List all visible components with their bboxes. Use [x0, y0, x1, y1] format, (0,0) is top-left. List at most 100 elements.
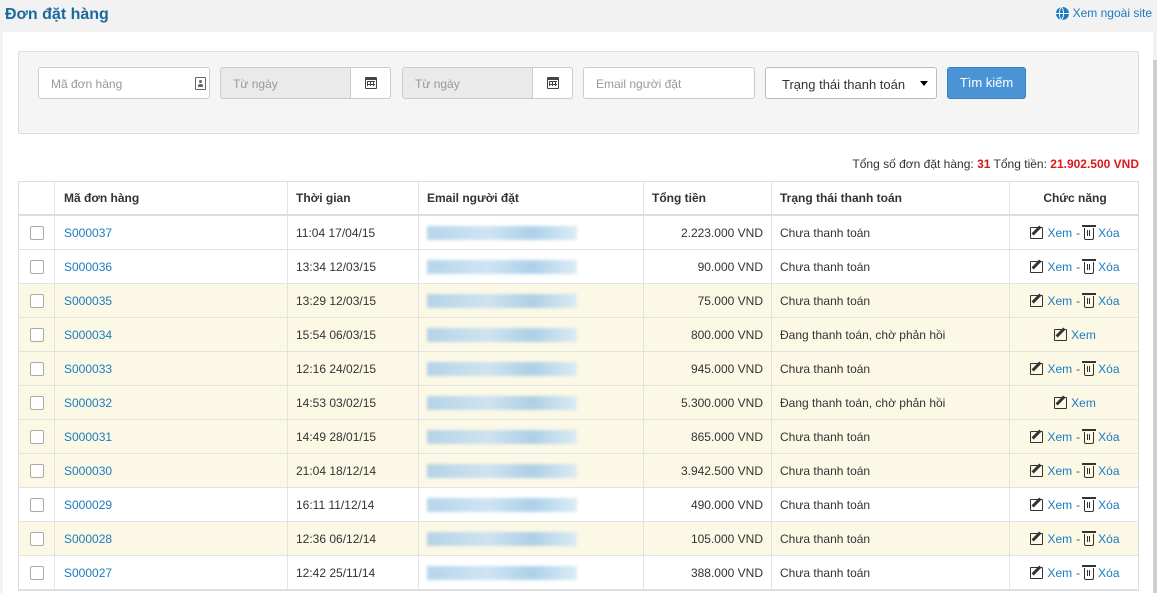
view-button[interactable]: Xem: [1054, 396, 1096, 410]
order-code-link[interactable]: S000028: [64, 532, 112, 546]
action-separator: -: [1076, 293, 1081, 308]
row-checkbox[interactable]: [29, 225, 44, 240]
row-checkbox[interactable]: [29, 293, 44, 308]
order-total: 75.000 VND: [644, 284, 772, 317]
row-checkbox[interactable]: [29, 259, 44, 274]
blurred-email: [427, 565, 577, 580]
order-email-cell: [419, 386, 644, 419]
delete-button[interactable]: Xóa: [1082, 564, 1120, 580]
view-button[interactable]: Xem: [1030, 362, 1072, 376]
edit-icon: [1030, 362, 1044, 375]
order-time: 12:42 25/11/14: [288, 556, 419, 589]
order-code-link[interactable]: S000037: [64, 226, 112, 240]
delete-button[interactable]: Xóa: [1082, 462, 1120, 478]
view-button[interactable]: Xem: [1030, 294, 1072, 308]
order-code-cell: S000037: [55, 216, 288, 249]
row-checkbox[interactable]: [29, 327, 44, 342]
delete-button[interactable]: Xóa: [1082, 428, 1120, 444]
trash-icon: [1082, 564, 1097, 580]
order-code-link[interactable]: S000033: [64, 362, 112, 376]
order-code-link[interactable]: S000036: [64, 260, 112, 274]
payment-status: Chưa thanh toán: [772, 522, 1010, 555]
actions-cell: Xem - Xóa: [1010, 284, 1140, 317]
table-row: S000027 12:42 25/11/14 388.000 VND Chưa tha…: [19, 556, 1138, 590]
view-button[interactable]: Xem: [1030, 532, 1072, 546]
row-checkbox[interactable]: [29, 429, 44, 444]
orders-table: Mã đơn hàng Thời gian Email người đặt Tổ…: [18, 181, 1139, 591]
action-separator: -: [1076, 565, 1081, 580]
order-code-link[interactable]: S000029: [64, 498, 112, 512]
edit-icon: [1030, 260, 1044, 273]
trash-icon: [1082, 496, 1097, 512]
delete-button[interactable]: Xóa: [1082, 496, 1120, 512]
table-row: S000033 12:16 24/02/15 945.000 VND Chưa tha…: [19, 352, 1138, 386]
view-button[interactable]: Xem: [1030, 498, 1072, 512]
view-button[interactable]: Xem: [1030, 566, 1072, 580]
order-code-input[interactable]: Mã đơn hàng: [38, 67, 210, 99]
to-date-calendar-button[interactable]: [532, 67, 573, 99]
id-card-icon: [195, 77, 206, 90]
order-email-cell: [419, 284, 644, 317]
view-button[interactable]: Xem: [1030, 464, 1072, 478]
order-code-link[interactable]: S000031: [64, 430, 112, 444]
delete-label: Xóa: [1098, 531, 1120, 546]
delete-button[interactable]: Xóa: [1082, 530, 1120, 546]
view-button[interactable]: Xem: [1054, 328, 1096, 342]
to-date-input[interactable]: Từ ngày: [402, 67, 573, 99]
search-button[interactable]: Tìm kiếm: [947, 67, 1026, 99]
order-code-link[interactable]: S000035: [64, 294, 112, 308]
order-code-link[interactable]: S000027: [64, 566, 112, 580]
header-total: Tổng tiền: [644, 182, 772, 214]
orders-count: 31: [977, 157, 991, 171]
order-code-link[interactable]: S000030: [64, 464, 112, 478]
row-checkbox[interactable]: [29, 565, 44, 580]
edit-icon: [1030, 532, 1044, 545]
view-button[interactable]: Xem: [1030, 430, 1072, 444]
trash-icon: [1082, 292, 1097, 308]
order-code-cell: S000029: [55, 488, 288, 521]
row-checkbox[interactable]: [29, 497, 44, 512]
view-label: Xem: [1047, 463, 1073, 478]
action-separator: -: [1076, 497, 1081, 512]
payment-status: Chưa thanh toán: [772, 556, 1010, 589]
delete-button[interactable]: Xóa: [1082, 360, 1120, 376]
table-row: S000030 21:04 18/12/14 3.942.500 VND Chưa t…: [19, 454, 1138, 488]
view-button[interactable]: Xem: [1030, 226, 1072, 240]
order-code-link[interactable]: S000032: [64, 396, 112, 410]
order-code-link[interactable]: S000034: [64, 328, 112, 342]
header-code: Mã đơn hàng: [55, 182, 288, 214]
actions-cell: Xem: [1010, 386, 1140, 419]
view-site-link[interactable]: Xem ngoài site: [1055, 6, 1152, 20]
order-code-cell: S000035: [55, 284, 288, 317]
blurred-email: [427, 531, 577, 546]
row-checkbox[interactable]: [29, 531, 44, 546]
row-checkbox[interactable]: [29, 463, 44, 478]
order-time: 13:29 12/03/15: [288, 284, 419, 317]
email-input[interactable]: Email người đặt: [583, 67, 755, 99]
row-select-cell: [19, 386, 55, 419]
from-date-input[interactable]: Từ ngày: [220, 67, 391, 99]
scrollbar[interactable]: [1153, 60, 1157, 593]
delete-button[interactable]: Xóa: [1082, 258, 1120, 274]
order-total: 2.223.000 VND: [644, 216, 772, 249]
blurred-email: [427, 429, 577, 444]
payment-status: Chưa thanh toán: [772, 284, 1010, 317]
edit-icon: [1030, 464, 1044, 477]
delete-button[interactable]: Xóa: [1082, 292, 1120, 308]
payment-status-select[interactable]: Trạng thái thanh toán: [765, 67, 937, 99]
trash-icon: [1082, 360, 1097, 376]
delete-button[interactable]: Xóa: [1082, 224, 1120, 240]
globe-icon: [1055, 6, 1069, 20]
from-date-calendar-button[interactable]: [350, 67, 391, 99]
view-button[interactable]: Xem: [1030, 260, 1072, 274]
row-select-cell: [19, 522, 55, 555]
action-separator: -: [1076, 463, 1081, 478]
row-checkbox[interactable]: [29, 395, 44, 410]
actions-cell: Xem - Xóa: [1010, 352, 1140, 385]
order-code-placeholder: Mã đơn hàng: [51, 77, 123, 91]
row-checkbox[interactable]: [29, 361, 44, 376]
edit-icon: [1054, 396, 1068, 409]
order-email-cell: [419, 250, 644, 283]
blurred-email: [427, 327, 577, 342]
action-separator: -: [1076, 259, 1081, 274]
